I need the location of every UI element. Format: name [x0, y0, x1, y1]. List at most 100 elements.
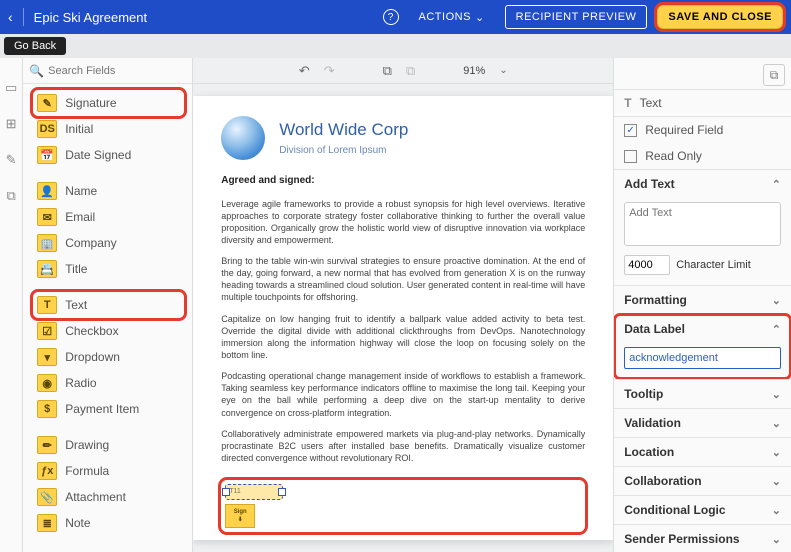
dropdown-icon: ▾: [37, 348, 57, 366]
field-label: Text: [65, 298, 87, 312]
placed-text-field[interactable]: T11: [225, 484, 283, 500]
add-text-header[interactable]: Add Text⌃: [614, 170, 791, 198]
formatting-header[interactable]: Formatting⌄: [614, 286, 791, 314]
zoom-chevron-icon[interactable]: ⌄: [499, 65, 507, 76]
field-label: Initial: [65, 122, 93, 136]
chevron-down-icon: ⌄: [772, 417, 781, 430]
manage-tab-icon[interactable]: ⧉: [6, 188, 15, 204]
email-icon: ✉: [37, 208, 57, 226]
save-and-close-button[interactable]: SAVE AND CLOSE: [657, 5, 783, 29]
add-text-input[interactable]: [624, 202, 781, 246]
radio-icon: ◉: [37, 374, 57, 392]
data-label-header[interactable]: Data Label⌃: [614, 315, 791, 343]
actions-button[interactable]: ACTIONS ⌄: [409, 6, 495, 29]
center-column: ↶ ↷ ⧉ ⧉ 91% ⌄ World Wide Corp Division o…: [193, 58, 613, 552]
help-icon[interactable]: ?: [383, 9, 399, 25]
field-label: Attachment: [65, 490, 126, 504]
field-list: ✎Signature DSInitial 📅Date Signed 👤Name …: [23, 84, 192, 542]
center-toolbar: ↶ ↷ ⧉ ⧉ 91% ⌄: [193, 58, 613, 84]
field-label: Formula: [65, 464, 109, 478]
field-dropdown[interactable]: ▾Dropdown: [33, 344, 184, 370]
body-paragraph: Bring to the table win-win survival stra…: [221, 255, 585, 304]
text-type-icon: T: [624, 96, 631, 110]
readonly-checkbox[interactable]: [624, 150, 637, 163]
field-label: Name: [65, 184, 97, 198]
payment-icon: $: [37, 400, 57, 418]
data-label-input[interactable]: [624, 347, 781, 369]
recipient-preview-button[interactable]: RECIPIENT PREVIEW: [505, 5, 648, 29]
body-paragraph: Leverage agile frameworks to provide a r…: [221, 198, 585, 247]
field-label: Company: [65, 236, 116, 250]
attachment-icon: 📎: [37, 488, 57, 506]
search-icon: 🔍: [29, 64, 44, 78]
zoom-level[interactable]: 91%: [463, 65, 485, 77]
title-icon: 📇: [37, 260, 57, 278]
location-header[interactable]: Location⌄: [614, 438, 791, 466]
signature-drop-area[interactable]: T11 Sign ⬇: [221, 480, 585, 532]
field-name[interactable]: 👤 Name: [33, 178, 184, 204]
text-icon: T: [37, 296, 57, 314]
copy-icon[interactable]: ⧉: [383, 63, 392, 79]
field-company[interactable]: 🏢Company: [33, 230, 184, 256]
sign-here-tab[interactable]: Sign ⬇: [225, 504, 255, 528]
search-input[interactable]: [48, 65, 190, 77]
chevron-down-icon: ⌄: [772, 475, 781, 488]
field-label: Drawing: [65, 438, 109, 452]
document-title: Epic Ski Agreement: [34, 10, 147, 25]
checkbox-icon: ☑: [37, 322, 57, 340]
chevron-down-icon: ⌄: [772, 388, 781, 401]
validation-header[interactable]: Validation⌄: [614, 409, 791, 437]
signature-icon: ✎: [37, 94, 57, 112]
tooltip-header[interactable]: Tooltip⌄: [614, 380, 791, 408]
paste-icon[interactable]: ⧉: [406, 63, 415, 79]
char-limit-label: Character Limit: [676, 259, 751, 271]
field-label: Date Signed: [65, 148, 131, 162]
edit-tab-icon[interactable]: ✎: [6, 152, 17, 168]
chevron-up-icon: ⌃: [772, 178, 781, 191]
divider: [23, 8, 24, 26]
field-label: Signature: [65, 96, 116, 110]
field-drawing[interactable]: ✏Drawing: [33, 432, 184, 458]
required-checkbox[interactable]: [624, 124, 637, 137]
chevron-down-icon: ⌄: [772, 504, 781, 517]
body-paragraph: Podcasting operational change management…: [221, 370, 585, 419]
body-paragraph: Collaboratively administrate empowered m…: [221, 428, 585, 464]
download-icon: ⬇: [238, 516, 243, 524]
field-attachment[interactable]: 📎 Attachment: [33, 484, 184, 510]
collaboration-header[interactable]: Collaboration⌄: [614, 467, 791, 495]
field-title[interactable]: 📇 Title: [33, 256, 184, 282]
field-note[interactable]: ≣Note: [33, 510, 184, 536]
field-initial[interactable]: DSInitial: [33, 116, 184, 142]
field-label: Radio: [65, 376, 96, 390]
chevron-down-icon: ⌄: [475, 11, 485, 24]
field-formula[interactable]: ƒxFormula: [33, 458, 184, 484]
field-date-signed[interactable]: 📅Date Signed: [33, 142, 184, 168]
field-text[interactable]: T Text: [33, 292, 184, 318]
sender-permissions-header[interactable]: Sender Permissions⌄: [614, 525, 791, 552]
field-payment-item[interactable]: $Payment Item: [33, 396, 184, 422]
chevron-up-icon: ⌃: [772, 323, 781, 336]
page-stage[interactable]: World Wide Corp Division of Lorem Ipsum …: [193, 84, 613, 552]
recipients-tab-icon[interactable]: ⊞: [6, 116, 17, 132]
field-type-row: T Text: [614, 90, 791, 116]
corp-subtitle: Division of Lorem Ipsum: [279, 144, 408, 158]
fields-tab-icon[interactable]: ▭: [5, 80, 17, 96]
corp-name: World Wide Corp: [279, 119, 408, 142]
name-icon: 👤: [37, 182, 57, 200]
conditional-logic-header[interactable]: Conditional Logic⌄: [614, 496, 791, 524]
field-label: Title: [65, 262, 87, 276]
search-row: 🔍 ✕: [23, 58, 192, 84]
field-radio[interactable]: ◉ Radio: [33, 370, 184, 396]
duplicate-icon[interactable]: ⧉: [763, 64, 785, 86]
go-back-button[interactable]: Go Back: [4, 37, 66, 55]
field-checkbox[interactable]: ☑Checkbox: [33, 318, 184, 344]
redo-icon[interactable]: ↷: [324, 63, 335, 79]
read-only-row[interactable]: Read Only: [614, 143, 791, 169]
back-icon[interactable]: ‹: [8, 9, 13, 25]
char-limit-input[interactable]: [624, 255, 670, 275]
required-field-row[interactable]: Required Field: [614, 117, 791, 143]
document-page: World Wide Corp Division of Lorem Ipsum …: [193, 96, 613, 540]
undo-icon[interactable]: ↶: [299, 63, 310, 79]
field-signature[interactable]: ✎ Signature: [33, 90, 184, 116]
field-email[interactable]: ✉Email: [33, 204, 184, 230]
